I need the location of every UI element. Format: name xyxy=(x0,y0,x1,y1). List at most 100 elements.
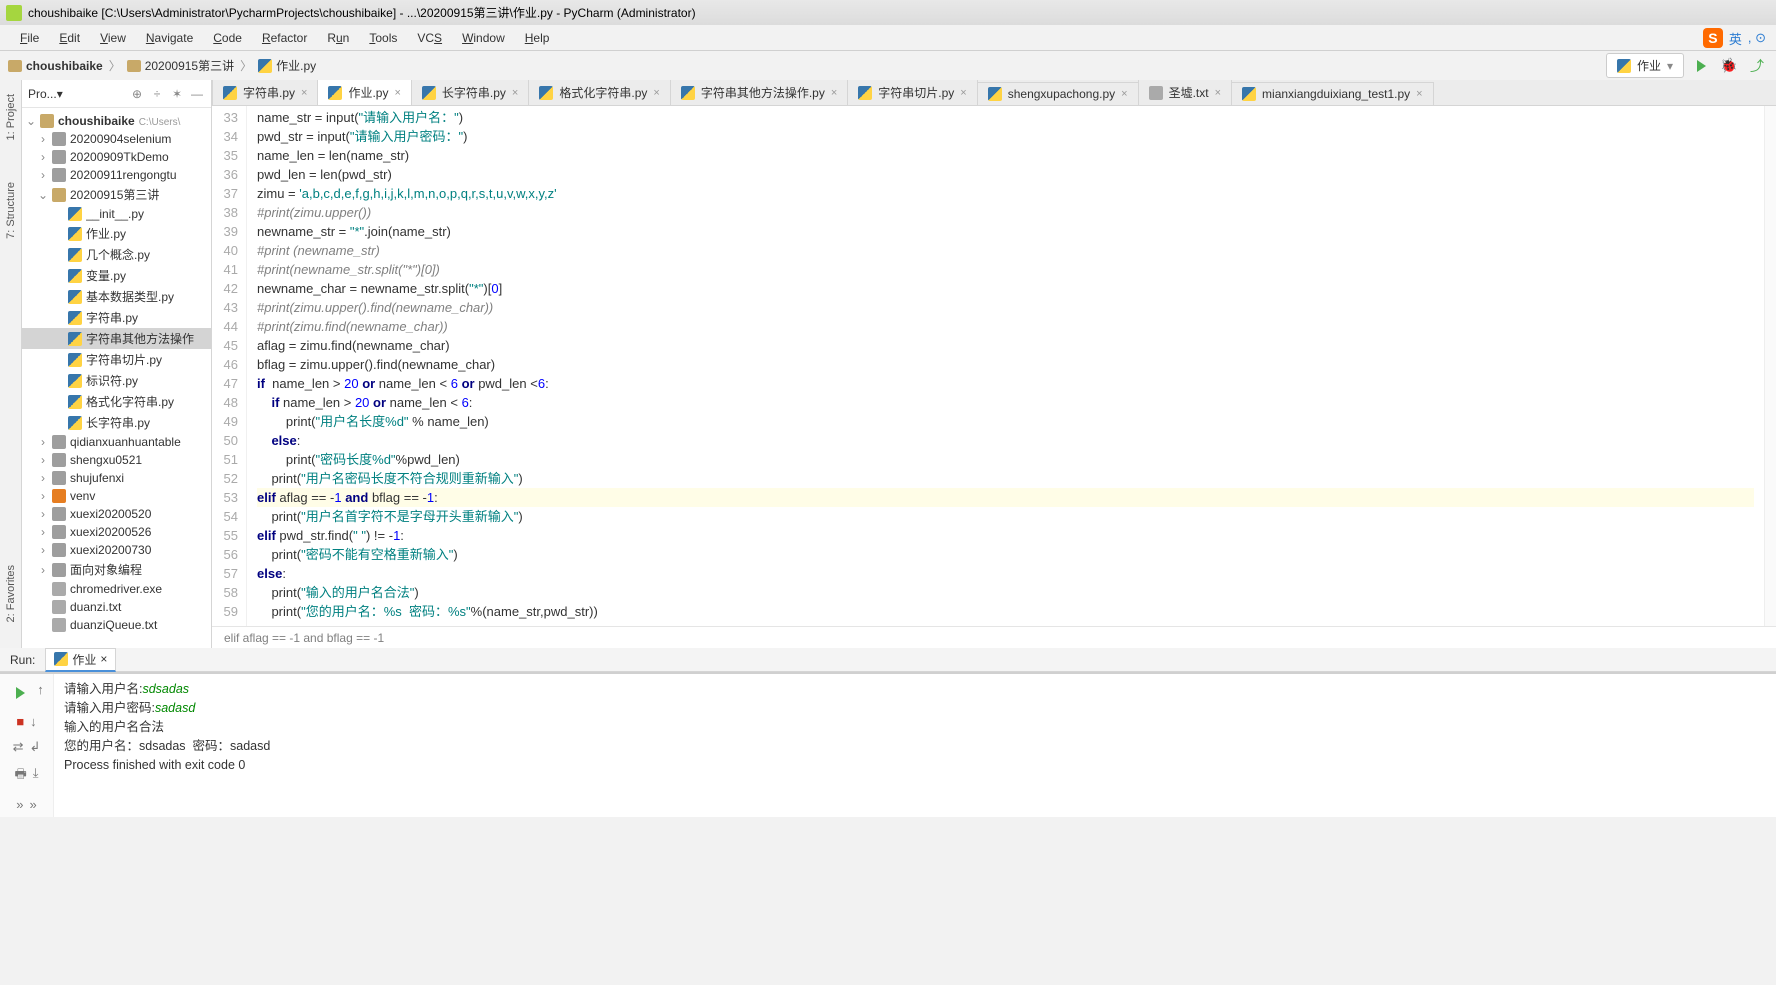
tree-item[interactable]: 标识符.py xyxy=(22,370,211,391)
menu-edit[interactable]: Edit xyxy=(49,27,90,49)
collapse-icon[interactable]: ÷ xyxy=(149,86,165,102)
menu-navigate[interactable]: Navigate xyxy=(136,27,203,49)
tree-item[interactable]: chromedriver.exe xyxy=(22,580,211,598)
tree-item[interactable]: 长字符串.py xyxy=(22,412,211,433)
menu-window[interactable]: Window xyxy=(452,27,515,49)
more-icon[interactable]: » xyxy=(16,797,23,812)
breadcrumb-root[interactable]: choushibaike xyxy=(8,59,103,73)
tree-item-label: venv xyxy=(70,489,207,503)
project-panel: Pro...▾ ⊕ ÷ ✶ — ⌄ choushibaikeC:\Users\ … xyxy=(22,80,212,648)
gear-icon[interactable]: ✶ xyxy=(169,86,185,102)
tool-tab-project[interactable]: 1: Project xyxy=(3,88,19,146)
code-line: print("输入的用户名合法") xyxy=(257,583,1754,602)
close-icon[interactable]: × xyxy=(1215,87,1221,99)
editor-tab[interactable]: 长字符串.py× xyxy=(411,80,529,105)
line-number: 44 xyxy=(212,317,238,336)
folder-open-icon xyxy=(52,188,66,202)
tree-item[interactable]: ›20200911rengongtu xyxy=(22,166,211,184)
scroll-to-end-icon[interactable]: ⤓ xyxy=(33,765,39,787)
menu-run[interactable]: Run xyxy=(317,27,359,49)
editor-tab[interactable]: 字符串切片.py× xyxy=(847,80,977,105)
breadcrumb-file[interactable]: 作业.py xyxy=(258,57,316,74)
print-icon[interactable]: 🖶 xyxy=(14,765,26,787)
debug-button[interactable]: 🐞 xyxy=(1718,55,1740,77)
code-line: name_len = len(name_str) xyxy=(257,146,1754,165)
close-icon[interactable]: × xyxy=(960,87,966,99)
editor-minimap[interactable] xyxy=(1764,106,1776,626)
stop-button[interactable]: ■ xyxy=(16,714,24,729)
code-content[interactable]: name_str = input("请输入用户名：")pwd_str = inp… xyxy=(247,106,1764,626)
editor-tab[interactable]: 字符串.py× xyxy=(212,80,318,105)
close-icon[interactable]: × xyxy=(653,87,659,99)
more-icon-2[interactable]: » xyxy=(30,797,37,812)
menu-tools[interactable]: Tools xyxy=(359,27,407,49)
tree-item[interactable]: __init__.py xyxy=(22,205,211,223)
tree-item[interactable]: 几个概念.py xyxy=(22,244,211,265)
hide-icon[interactable]: — xyxy=(189,86,205,102)
tree-item[interactable]: ›面向对象编程 xyxy=(22,559,211,580)
editor-tab[interactable]: shengxupachong.py× xyxy=(977,82,1139,105)
close-icon[interactable]: × xyxy=(1416,88,1422,100)
menu-help[interactable]: Help xyxy=(515,27,560,49)
menu-refactor[interactable]: Refactor xyxy=(252,27,317,49)
editor-tab[interactable]: 作业.py× xyxy=(317,80,411,106)
tree-item[interactable]: ›20200904selenium xyxy=(22,130,211,148)
tree-item[interactable]: ›xuexi20200730 xyxy=(22,541,211,559)
project-view-selector[interactable]: Pro...▾ xyxy=(28,87,63,101)
down-arrow-icon[interactable]: ↓ xyxy=(30,714,37,729)
close-icon[interactable]: × xyxy=(1121,88,1127,100)
tree-item[interactable]: ›venv xyxy=(22,487,211,505)
editor-tab[interactable]: mianxiangduixiang_test1.py× xyxy=(1231,82,1434,105)
rerun-button[interactable] xyxy=(9,682,31,704)
tool-tab-favorites[interactable]: 2: Favorites xyxy=(3,559,19,628)
run-with-coverage-button[interactable]: ⤴ xyxy=(1746,55,1768,77)
code-editor[interactable]: 3334353637383940414243444546474849505152… xyxy=(212,106,1776,626)
menu-code[interactable]: Code xyxy=(203,27,252,49)
python-file-icon xyxy=(258,59,272,73)
editor-tab[interactable]: 圣墟.txt× xyxy=(1138,80,1232,105)
tree-item[interactable]: ›shujufenxi xyxy=(22,469,211,487)
close-icon[interactable]: × xyxy=(100,652,107,666)
tree-item[interactable]: 字符串其他方法操作 xyxy=(22,328,211,349)
tree-item[interactable]: duanzi.txt xyxy=(22,598,211,616)
layout-icon[interactable]: ⇄ xyxy=(13,739,24,755)
tree-item[interactable]: 作业.py xyxy=(22,223,211,244)
chevron-right-icon: 〉 xyxy=(240,57,252,74)
run-button[interactable] xyxy=(1690,55,1712,77)
run-tab[interactable]: 作业 × xyxy=(45,648,116,672)
editor-tab[interactable]: 格式化字符串.py× xyxy=(528,80,670,105)
tree-item[interactable]: ›20200909TkDemo xyxy=(22,148,211,166)
tree-item[interactable]: ⌄20200915第三讲 xyxy=(22,184,211,205)
target-icon[interactable]: ⊕ xyxy=(129,86,145,102)
close-icon[interactable]: × xyxy=(394,87,400,99)
editor-tab[interactable]: 字符串其他方法操作.py× xyxy=(670,80,848,105)
tree-item[interactable]: ›shengxu0521 xyxy=(22,451,211,469)
tree-item[interactable]: 基本数据类型.py xyxy=(22,286,211,307)
close-icon[interactable]: × xyxy=(301,87,307,99)
close-icon[interactable]: × xyxy=(831,87,837,99)
tree-item[interactable]: ›xuexi20200526 xyxy=(22,523,211,541)
output-line: 请输入用户密码:sadasd xyxy=(64,699,1766,718)
tree-item[interactable]: duanziQueue.txt xyxy=(22,616,211,634)
tree-root-item[interactable]: ⌄ choushibaikeC:\Users\ xyxy=(22,112,211,130)
tree-item[interactable]: 字符串.py xyxy=(22,307,211,328)
tool-tab-structure[interactable]: 7: Structure xyxy=(3,176,19,245)
menu-file[interactable]: FFileile xyxy=(10,27,49,49)
breadcrumb-folder[interactable]: 20200915第三讲 xyxy=(127,57,234,74)
line-number: 37 xyxy=(212,184,238,203)
tree-item[interactable]: ›xuexi20200520 xyxy=(22,505,211,523)
tree-item[interactable]: 变量.py xyxy=(22,265,211,286)
run-config-selector[interactable]: 作业 ▾ xyxy=(1606,53,1684,78)
line-gutter: 3334353637383940414243444546474849505152… xyxy=(212,106,247,626)
ime-indicator[interactable]: S 英 , ⊙ xyxy=(1703,28,1766,48)
tree-item[interactable]: 字符串切片.py xyxy=(22,349,211,370)
up-arrow-icon[interactable]: ↑ xyxy=(37,682,44,704)
menu-vcs[interactable]: VCS xyxy=(407,27,452,49)
tree-item[interactable]: ›qidianxuanhuantable xyxy=(22,433,211,451)
soft-wrap-icon[interactable]: ↲ xyxy=(30,739,41,755)
tree-item[interactable]: 格式化字符串.py xyxy=(22,391,211,412)
close-icon[interactable]: × xyxy=(512,87,518,99)
menu-view[interactable]: View xyxy=(90,27,136,49)
run-output[interactable]: 请输入用户名:sdsadas请输入用户密码:sadasd输入的用户名合法您的用户… xyxy=(54,674,1776,817)
tree-item-label: xuexi20200730 xyxy=(70,543,207,557)
